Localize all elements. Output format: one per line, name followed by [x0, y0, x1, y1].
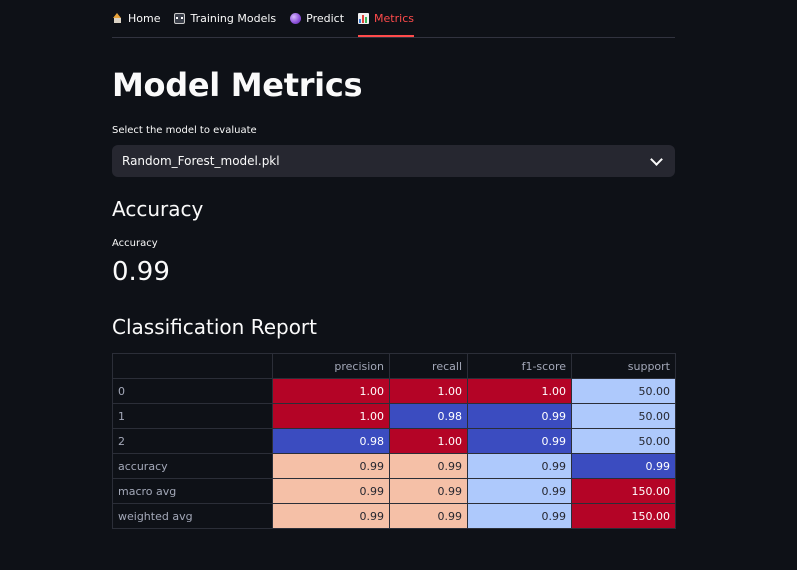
table-cell: 1.00 — [272, 378, 390, 404]
table-cell: 1.00 — [467, 378, 572, 404]
table-cell: 0.99 — [467, 428, 572, 454]
tab-training-models[interactable]: Training Models — [174, 0, 276, 36]
table-cell: 0.99 — [467, 453, 572, 479]
row-label: 1 — [112, 403, 273, 429]
column-header-index[interactable] — [112, 353, 273, 379]
model-select-value: Random_Forest_model.pkl — [122, 154, 280, 168]
tab-home[interactable]: Home — [112, 0, 160, 36]
row-label: 2 — [112, 428, 273, 454]
table-cell: 50.00 — [571, 428, 676, 454]
tab-training-models-label: Training Models — [190, 11, 277, 25]
table-cell: 1.00 — [272, 403, 390, 429]
table-cell: 0.99 — [467, 503, 572, 529]
table-row: 2 0.98 1.00 0.99 50.00 — [112, 428, 676, 454]
classification-report-table: precision recall f1-score support 0 1.00… — [112, 353, 676, 529]
column-header-support[interactable]: support — [571, 353, 676, 379]
bar-chart-icon — [358, 12, 370, 24]
table-cell: 0.99 — [571, 453, 676, 479]
table-cell: 150.00 — [571, 478, 676, 504]
table-row: accuracy 0.99 0.99 0.99 0.99 — [112, 453, 676, 479]
table-header-row: precision recall f1-score support — [112, 353, 676, 379]
table-cell: 0.98 — [272, 428, 390, 454]
chevron-down-icon[interactable] — [650, 152, 663, 166]
top-nav-tabs: Home Training Models Predict Metrics — [112, 0, 675, 38]
table-cell: 50.00 — [571, 403, 676, 429]
table-cell: 0.99 — [389, 453, 468, 479]
tab-metrics-label: Metrics — [374, 11, 414, 25]
home-icon — [112, 12, 123, 24]
table-cell: 0.98 — [389, 403, 468, 429]
table-cell: 0.99 — [272, 478, 390, 504]
table-cell: 0.99 — [272, 503, 390, 529]
crystal-ball-icon — [290, 12, 302, 24]
model-select[interactable]: Random_Forest_model.pkl — [112, 145, 675, 177]
table-cell: 150.00 — [571, 503, 676, 529]
row-label: accuracy — [112, 453, 273, 479]
table-row: 1 1.00 0.98 0.99 50.00 — [112, 403, 676, 429]
column-header-recall[interactable]: recall — [389, 353, 468, 379]
column-header-precision[interactable]: precision — [272, 353, 390, 379]
table-cell: 0.99 — [389, 478, 468, 504]
row-label: 0 — [112, 378, 273, 404]
table-cell: 0.99 — [272, 453, 390, 479]
accuracy-metric-value: 0.99 — [112, 257, 170, 287]
app-page: Home Training Models Predict Metrics Mod… — [0, 0, 797, 570]
tab-predict-label: Predict — [306, 11, 345, 25]
table-cell: 1.00 — [389, 378, 468, 404]
accuracy-heading: Accuracy — [112, 197, 204, 221]
accuracy-metric-label: Accuracy — [112, 238, 158, 249]
robot-icon — [174, 12, 186, 24]
table-cell: 50.00 — [571, 378, 676, 404]
model-select-label: Select the model to evaluate — [112, 125, 257, 136]
table-cell: 0.99 — [389, 503, 468, 529]
table-cell: 1.00 — [389, 428, 468, 454]
column-header-f1-score[interactable]: f1-score — [467, 353, 572, 379]
table-row: macro avg 0.99 0.99 0.99 150.00 — [112, 478, 676, 504]
tab-metrics[interactable]: Metrics — [358, 0, 414, 37]
page-title: Model Metrics — [112, 66, 363, 104]
row-label: macro avg — [112, 478, 273, 504]
tab-predict[interactable]: Predict — [290, 0, 344, 36]
row-label: weighted avg — [112, 503, 273, 529]
table-row: weighted avg 0.99 0.99 0.99 150.00 — [112, 503, 676, 529]
tab-home-label: Home — [128, 11, 161, 25]
classification-report-heading: Classification Report — [112, 315, 317, 339]
table-row: 0 1.00 1.00 1.00 50.00 — [112, 378, 676, 404]
table-cell: 0.99 — [467, 403, 572, 429]
table-cell: 0.99 — [467, 478, 572, 504]
